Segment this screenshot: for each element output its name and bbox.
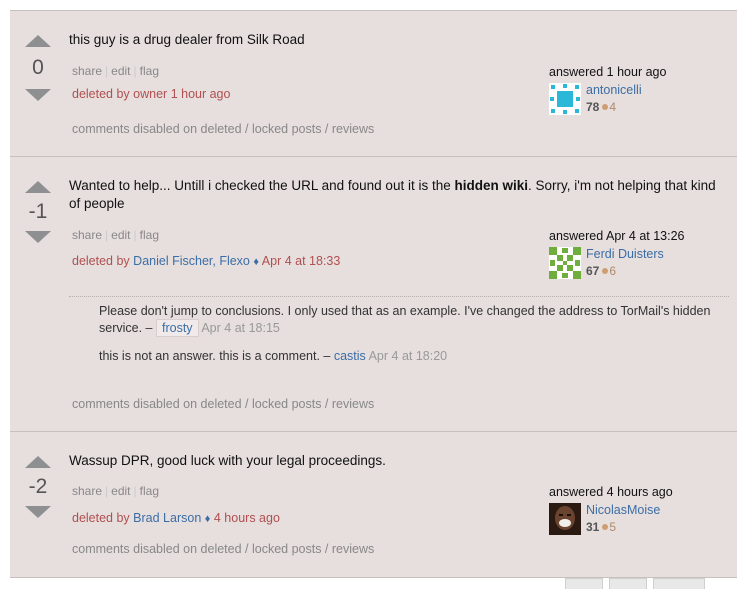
vote-cell: -2	[23, 456, 53, 518]
user-name-link[interactable]: antonicelli	[586, 83, 642, 97]
moderator-diamond-icon: ♦	[204, 513, 211, 525]
deleted-prefix: deleted by	[72, 511, 130, 525]
flag-link[interactable]: flag	[140, 484, 159, 498]
moderator-diamond-icon: ♦	[253, 256, 259, 268]
deleted-date: 4 hours ago	[213, 511, 280, 525]
vote-cell: -1	[23, 181, 53, 243]
post-text: Wanted to help... Untill i checked the U…	[69, 177, 729, 213]
post-menu: share | edit | flag	[72, 228, 159, 242]
bronze-badge-icon	[602, 104, 609, 111]
user-reputation: 78 4	[586, 100, 616, 114]
deleted-by-users[interactable]: Daniel Fischer, Flexo	[133, 254, 250, 268]
bottom-tab[interactable]	[653, 578, 705, 589]
edit-link[interactable]: edit	[111, 228, 130, 242]
vote-count: 0	[32, 56, 44, 79]
bronze-badge-count: 5	[609, 520, 617, 534]
downvote-arrow-icon[interactable]	[25, 506, 51, 518]
flag-link[interactable]: flag	[140, 64, 159, 78]
menu-separator: |	[105, 484, 109, 498]
comments-disabled-notice: comments disabled on deleted / locked po…	[72, 397, 375, 411]
flag-link[interactable]: flag	[140, 228, 159, 242]
vote-count: -2	[28, 475, 48, 498]
deleted-notice: deleted by owner 1 hour ago	[72, 87, 230, 101]
comment-user-link[interactable]: frosty	[155, 319, 199, 337]
comment-item: this is not an answer. this is a comment…	[99, 348, 729, 365]
answer-2: -1 Wanted to help... Untill i checked th…	[10, 156, 737, 431]
comment-date: Apr 4 at 18:15	[201, 321, 280, 335]
menu-separator: |	[133, 228, 137, 242]
bottom-tab[interactable]	[609, 578, 647, 589]
bronze-badge-count: 4	[609, 100, 617, 114]
edit-link[interactable]: edit	[111, 484, 130, 498]
answer-3: -2 Wassup DPR, good luck with your legal…	[10, 431, 737, 578]
deleted-prefix: deleted by	[72, 87, 130, 101]
answered-time: answered 4 hours ago	[549, 485, 673, 499]
comments-list: Please don't jump to conclusions. I only…	[69, 296, 729, 363]
share-link[interactable]: share	[72, 484, 102, 498]
user-name-link[interactable]: Ferdi Duisters	[586, 247, 664, 261]
deleted-by-users[interactable]: Brad Larson	[133, 511, 201, 525]
vote-count: -1	[28, 200, 48, 223]
menu-separator: |	[105, 64, 109, 78]
user-avatar[interactable]	[549, 247, 581, 279]
post-text: this guy is a drug dealer from Silk Road	[69, 32, 305, 47]
user-reputation: 67 6	[586, 264, 616, 278]
reputation-score: 31	[586, 520, 600, 534]
user-signature: answered 1 hour ago antonicelli 78 4	[549, 65, 729, 115]
share-link[interactable]: share	[72, 64, 102, 78]
deleted-info: owner 1 hour ago	[133, 87, 231, 101]
bronze-badge-icon	[602, 268, 609, 275]
comment-item: Please don't jump to conclusions. I only…	[99, 303, 729, 337]
comments-disabled-notice: comments disabled on deleted / locked po…	[72, 542, 375, 556]
menu-separator: |	[105, 228, 109, 242]
comment-user-link[interactable]: castis	[334, 349, 366, 363]
reputation-score: 67	[586, 264, 600, 278]
deleted-date: Apr 4 at 18:33	[261, 254, 341, 268]
user-reputation: 31 5	[586, 520, 616, 534]
user-name-link[interactable]: NicolasMoise	[586, 503, 660, 517]
deleted-notice: deleted by Brad Larson ♦ 4 hours ago	[72, 511, 280, 525]
post-menu: share | edit | flag	[72, 484, 159, 498]
deleted-notice: deleted by Daniel Fischer, Flexo ♦ Apr 4…	[72, 254, 340, 268]
upvote-arrow-icon[interactable]	[25, 181, 51, 193]
post-text-part: Wanted to help... Untill i checked the U…	[69, 178, 455, 193]
answered-time: answered 1 hour ago	[549, 65, 667, 79]
upvote-arrow-icon[interactable]	[25, 35, 51, 47]
user-signature: answered 4 hours ago NicolasMoise 31 5	[549, 485, 729, 535]
upvote-arrow-icon[interactable]	[25, 456, 51, 468]
vote-cell: 0	[23, 35, 53, 101]
edit-link[interactable]: edit	[111, 64, 130, 78]
comments-disabled-notice: comments disabled on deleted / locked po…	[72, 122, 375, 136]
share-link[interactable]: share	[72, 228, 102, 242]
comment-date: Apr 4 at 18:20	[368, 349, 448, 363]
bronze-badge-icon	[602, 524, 609, 531]
deleted-prefix: deleted by	[72, 254, 130, 268]
menu-separator: |	[133, 64, 137, 78]
bottom-tab[interactable]	[565, 578, 603, 589]
user-avatar[interactable]	[549, 83, 581, 115]
user-avatar[interactable]	[549, 503, 581, 535]
downvote-arrow-icon[interactable]	[25, 89, 51, 101]
answer-1: 0 this guy is a drug dealer from Silk Ro…	[10, 10, 737, 156]
post-menu: share | edit | flag	[72, 64, 159, 78]
post-text-bold: hidden wiki	[454, 178, 528, 193]
comment-text: this is not an answer. this is a comment…	[99, 349, 331, 363]
bronze-badge-count: 6	[609, 264, 617, 278]
post-text: Wassup DPR, good luck with your legal pr…	[69, 453, 386, 468]
downvote-arrow-icon[interactable]	[25, 231, 51, 243]
user-signature: answered Apr 4 at 13:26 Ferdi Duisters 6…	[549, 229, 729, 279]
menu-separator: |	[133, 484, 137, 498]
reputation-score: 78	[586, 100, 600, 114]
answered-time: answered Apr 4 at 13:26	[549, 229, 685, 243]
